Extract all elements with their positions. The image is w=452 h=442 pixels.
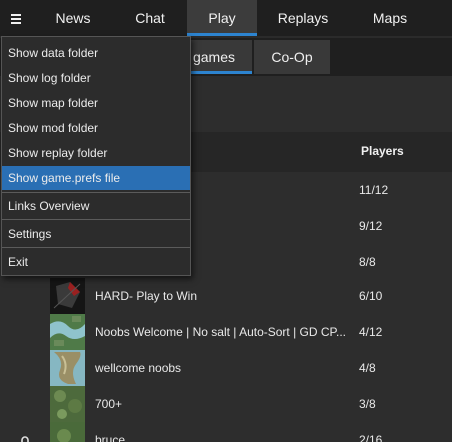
game-title: HARD- Play to Win: [95, 289, 198, 303]
table-row[interactable]: Noobs Welcome | No salt | Auto-Sort | GD…: [0, 314, 452, 350]
top-nav-bar: News Chat Play Replays Maps: [0, 0, 452, 38]
player-count: 4/12: [359, 325, 383, 339]
menu-item-show-mod-folder[interactable]: Show mod folder: [2, 116, 190, 140]
game-title: Noobs Welcome | No salt | Auto-Sort | GD…: [95, 325, 347, 339]
tab-chat[interactable]: Chat: [114, 0, 186, 36]
main-dropdown-menu: Show data folder Show log folder Show ma…: [1, 36, 191, 276]
map-thumbnail: [50, 386, 85, 422]
table-row[interactable]: HARD- Play to Win 6/10: [0, 278, 452, 314]
lock-icon: [21, 436, 29, 442]
map-thumbnail: [50, 278, 85, 314]
table-row[interactable]: wellcome noobs 4/8: [0, 350, 452, 386]
player-count: 11/12: [359, 183, 389, 197]
menu-item-show-log-folder[interactable]: Show log folder: [2, 66, 190, 90]
game-title: bruce: [95, 433, 126, 442]
tab-news[interactable]: News: [40, 0, 106, 36]
map-thumbnail: [50, 350, 85, 386]
player-count: 8/8: [359, 255, 376, 269]
players-column-header[interactable]: Players: [361, 144, 404, 158]
tab-play[interactable]: Play: [187, 0, 257, 36]
table-row[interactable]: bruce 2/16: [0, 422, 452, 442]
menu-item-show-map-folder[interactable]: Show map folder: [2, 91, 190, 115]
menu-item-settings[interactable]: Settings: [2, 222, 190, 246]
tab-replays[interactable]: Replays: [266, 0, 340, 36]
player-count: 3/8: [359, 397, 376, 411]
map-thumbnail: [50, 422, 85, 442]
menu-item-show-game-prefs-file[interactable]: Show game.prefs file: [2, 166, 190, 190]
player-count: 9/12: [359, 219, 383, 233]
player-count: 6/10: [359, 289, 383, 303]
table-row[interactable]: 700+ 3/8: [0, 386, 452, 422]
menu-item-show-data-folder[interactable]: Show data folder: [2, 41, 190, 65]
menu-separator: [2, 247, 190, 248]
player-count: 4/8: [359, 361, 376, 375]
menu-item-exit[interactable]: Exit: [2, 250, 190, 274]
hamburger-menu-icon[interactable]: [6, 8, 28, 30]
menu-item-show-replay-folder[interactable]: Show replay folder: [2, 141, 190, 165]
menu-separator: [2, 219, 190, 220]
tab-co-op[interactable]: Co-Op: [254, 40, 330, 74]
game-title: wellcome noobs: [95, 361, 182, 375]
menu-separator: [2, 192, 190, 193]
map-thumbnail: [50, 314, 85, 350]
tab-maps[interactable]: Maps: [356, 0, 424, 36]
game-title: 700+: [95, 397, 123, 411]
player-count: 2/16: [359, 433, 383, 442]
menu-item-links-overview[interactable]: Links Overview: [2, 194, 190, 218]
